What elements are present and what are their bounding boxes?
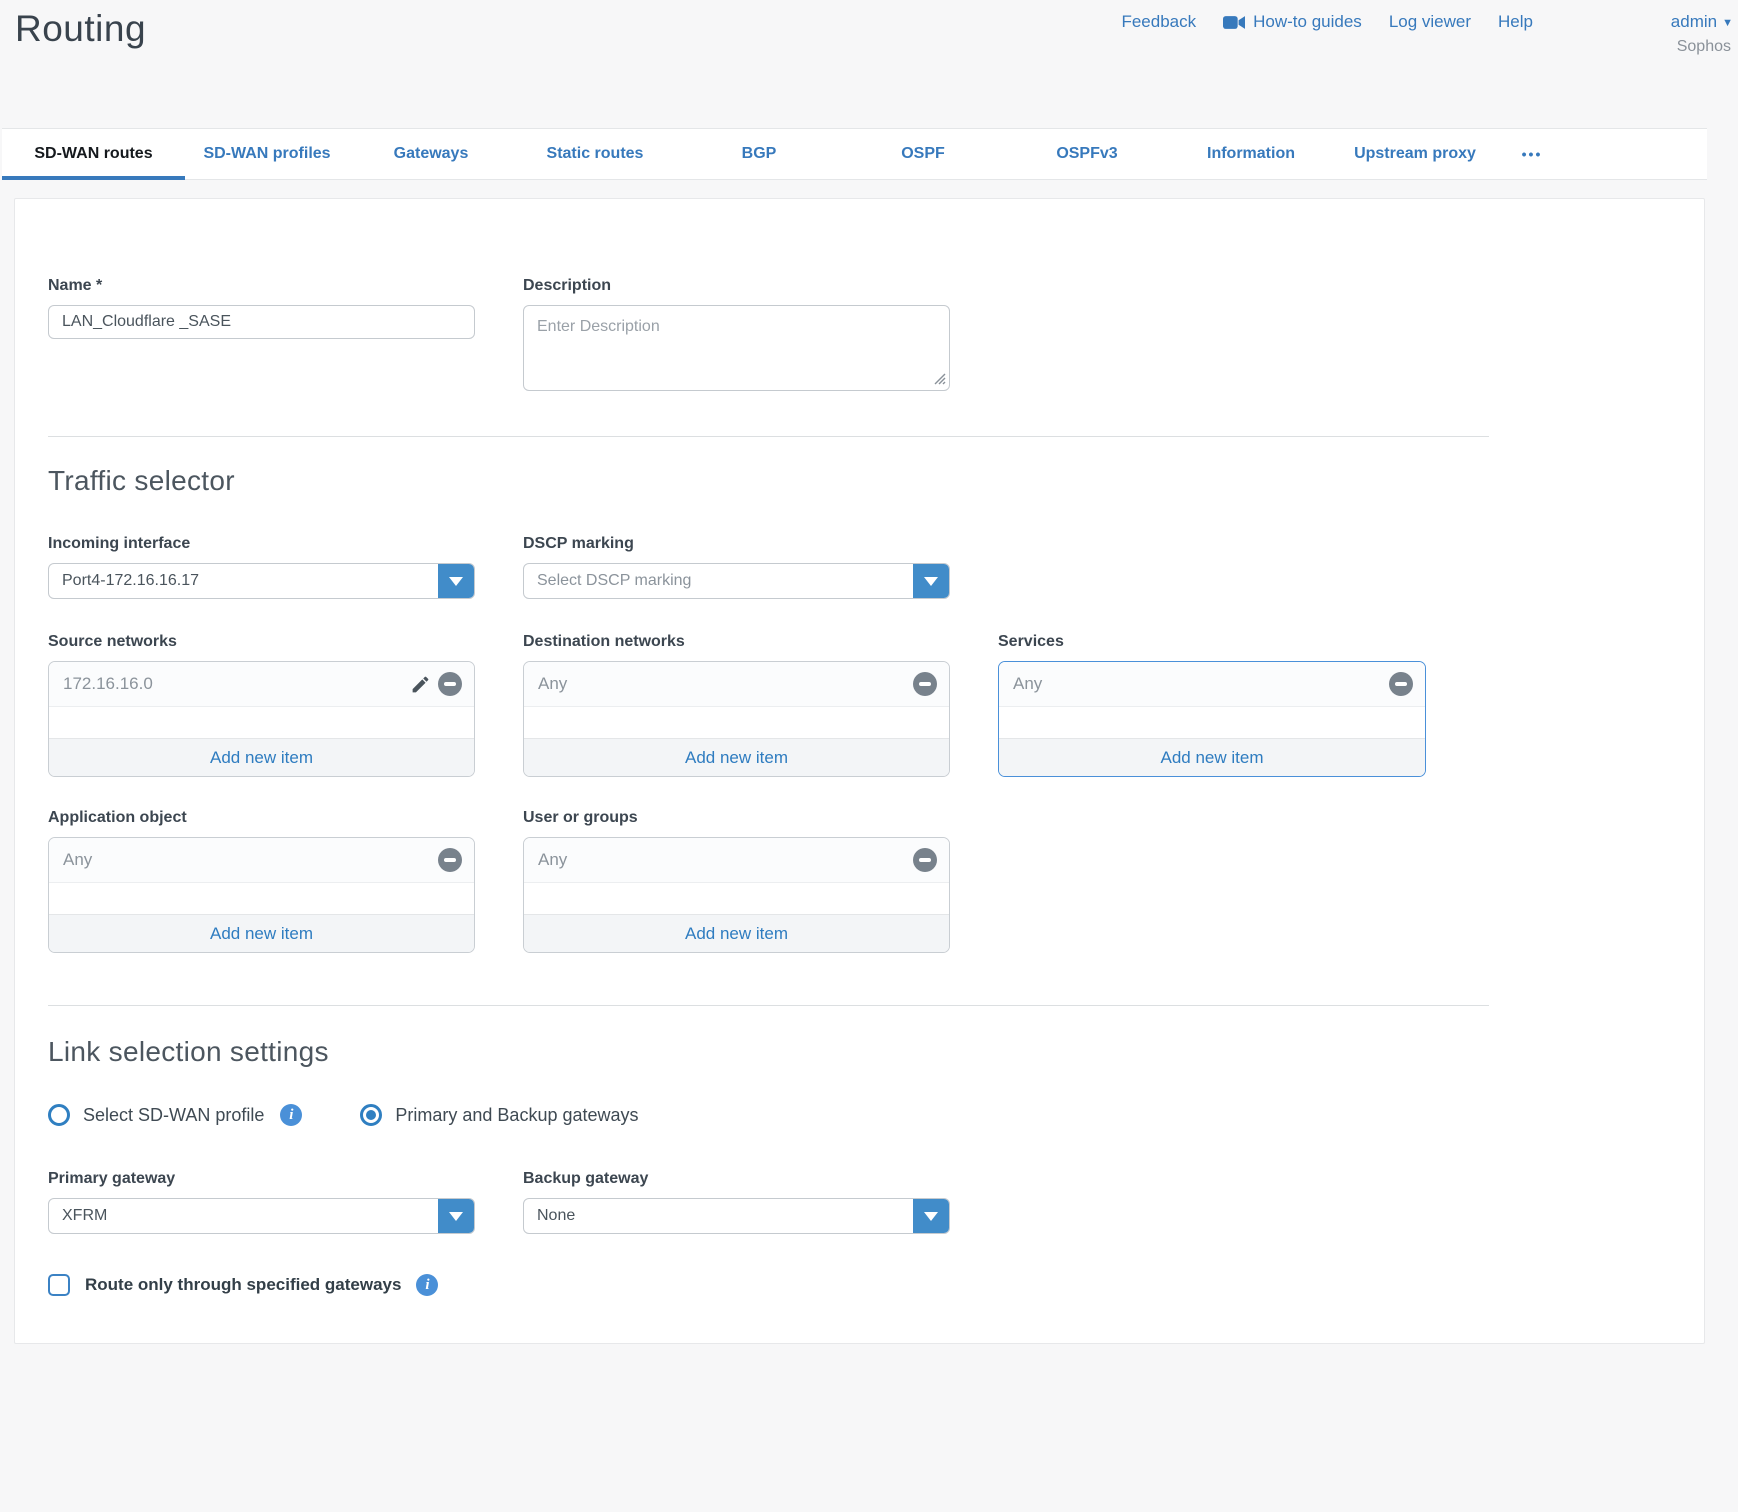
- tab-information[interactable]: Information: [1169, 129, 1333, 179]
- primary-gateway-select[interactable]: XFRM: [48, 1198, 475, 1234]
- gateway-row: Primary gateway XFRM Backup gateway None: [48, 1170, 1704, 1234]
- source-networks-box: 172.16.16.0 Add new item: [48, 661, 475, 777]
- itembox-spacer: [524, 883, 949, 914]
- log-viewer-link[interactable]: Log viewer: [1389, 12, 1471, 32]
- tab-more-ellipsis[interactable]: •••: [1497, 129, 1567, 179]
- description-label: Description: [523, 277, 950, 295]
- add-new-item-button[interactable]: Add new item: [524, 914, 949, 952]
- page-title: Routing: [15, 8, 146, 50]
- list-item: 172.16.16.0: [49, 662, 474, 707]
- remove-item-icon[interactable]: [438, 672, 462, 696]
- traffic-selector-heading: Traffic selector: [48, 465, 1704, 497]
- services-box: Any Add new item: [998, 661, 1426, 777]
- page-header: Routing Feedback How-to guides Log viewe…: [0, 0, 1738, 127]
- destination-networks-label: Destination networks: [523, 633, 950, 651]
- user-menu-area: admin▼ Sophos: [1671, 12, 1733, 56]
- remove-item-icon[interactable]: [913, 848, 937, 872]
- dscp-marking-select[interactable]: Select DSCP marking: [523, 563, 950, 599]
- source-networks-label: Source networks: [48, 633, 475, 651]
- header-links: Feedback How-to guides Log viewer Help: [1121, 12, 1533, 32]
- brand-label: Sophos: [1671, 38, 1733, 56]
- name-label: Name *: [48, 277, 475, 295]
- how-to-guides-link[interactable]: How-to guides: [1223, 12, 1362, 32]
- tab-sd-wan-profiles[interactable]: SD-WAN profiles: [185, 129, 349, 179]
- itembox-spacer: [999, 707, 1425, 738]
- name-description-row: Name * Description: [48, 277, 1704, 396]
- link-selection-radio-row: Select SD-WAN profile i Primary and Back…: [48, 1104, 1704, 1126]
- incoming-interface-select[interactable]: Port4-172.16.16.17: [48, 563, 475, 599]
- dropdown-arrow-button[interactable]: [913, 1199, 949, 1233]
- required-asterisk: *: [96, 277, 102, 294]
- tab-ospfv3[interactable]: OSPFv3: [1005, 129, 1169, 179]
- link-selection-heading: Link selection settings: [48, 1036, 1704, 1068]
- list-item: Any: [524, 838, 949, 883]
- remove-item-icon[interactable]: [913, 672, 937, 696]
- route-only-checkbox[interactable]: [48, 1274, 70, 1296]
- networks-row: Source networks 172.16.16.0 Add new item: [48, 633, 1704, 777]
- dropdown-arrow-button[interactable]: [913, 564, 949, 598]
- section-divider: [48, 436, 1489, 437]
- radio-primary-backup-gateways[interactable]: Primary and Backup gateways: [360, 1104, 638, 1126]
- itembox-spacer: [49, 707, 474, 738]
- dscp-marking-label: DSCP marking: [523, 535, 950, 553]
- tab-static-routes[interactable]: Static routes: [513, 129, 677, 179]
- list-item: Any: [999, 662, 1425, 707]
- chevron-down-icon: [449, 1212, 463, 1221]
- list-item: Any: [49, 838, 474, 883]
- route-only-row: Route only through specified gateways i: [48, 1274, 1704, 1296]
- radio-select-sd-wan-profile[interactable]: Select SD-WAN profile: [48, 1104, 264, 1126]
- application-object-label: Application object: [48, 809, 475, 827]
- name-input[interactable]: [48, 305, 475, 339]
- routing-tabbar: SD-WAN routes SD-WAN profiles Gateways S…: [2, 128, 1707, 180]
- tab-ospf[interactable]: OSPF: [841, 129, 1005, 179]
- incoming-interface-label: Incoming interface: [48, 535, 475, 553]
- chevron-down-icon: [924, 577, 938, 586]
- itembox-spacer: [524, 707, 949, 738]
- tab-bgp[interactable]: BGP: [677, 129, 841, 179]
- remove-item-icon[interactable]: [438, 848, 462, 872]
- list-item: Any: [524, 662, 949, 707]
- chevron-down-icon: ▼: [1722, 17, 1733, 29]
- chevron-down-icon: [924, 1212, 938, 1221]
- description-textarea[interactable]: [523, 305, 950, 391]
- sd-wan-route-form-card: Name * Description Traffic selector Inco…: [14, 198, 1705, 1344]
- destination-networks-box: Any Add new item: [523, 661, 950, 777]
- user-or-groups-box: Any Add new item: [523, 837, 950, 953]
- itembox-spacer: [49, 883, 474, 914]
- help-link[interactable]: Help: [1498, 12, 1533, 32]
- interface-dscp-row: Incoming interface Port4-172.16.16.17 DS…: [48, 535, 1704, 599]
- chevron-down-icon: [449, 577, 463, 586]
- user-or-groups-label: User or groups: [523, 809, 950, 827]
- remove-item-icon[interactable]: [1389, 672, 1413, 696]
- section-divider: [48, 1005, 1489, 1006]
- feedback-link[interactable]: Feedback: [1121, 12, 1196, 32]
- services-label: Services: [998, 633, 1426, 651]
- add-new-item-button[interactable]: Add new item: [49, 738, 474, 776]
- application-users-row: Application object Any Add new item User…: [48, 809, 1704, 953]
- route-only-label: Route only through specified gateways: [85, 1275, 401, 1295]
- tab-sd-wan-routes[interactable]: SD-WAN routes: [2, 129, 185, 179]
- primary-gateway-label: Primary gateway: [48, 1170, 475, 1188]
- backup-gateway-label: Backup gateway: [523, 1170, 950, 1188]
- add-new-item-button[interactable]: Add new item: [49, 914, 474, 952]
- tab-upstream-proxy[interactable]: Upstream proxy: [1333, 129, 1497, 179]
- info-icon[interactable]: i: [280, 1104, 302, 1126]
- radio-icon: [48, 1104, 70, 1126]
- tab-gateways[interactable]: Gateways: [349, 129, 513, 179]
- info-icon[interactable]: i: [416, 1274, 438, 1296]
- dropdown-arrow-button[interactable]: [438, 564, 474, 598]
- admin-menu[interactable]: admin▼: [1671, 12, 1733, 32]
- add-new-item-button[interactable]: Add new item: [524, 738, 949, 776]
- add-new-item-button[interactable]: Add new item: [999, 738, 1425, 776]
- edit-pencil-icon[interactable]: [410, 674, 431, 695]
- radio-selected-icon: [360, 1104, 382, 1126]
- dropdown-arrow-button[interactable]: [438, 1199, 474, 1233]
- video-camera-icon: [1223, 15, 1245, 30]
- application-object-box: Any Add new item: [48, 837, 475, 953]
- backup-gateway-select[interactable]: None: [523, 1198, 950, 1234]
